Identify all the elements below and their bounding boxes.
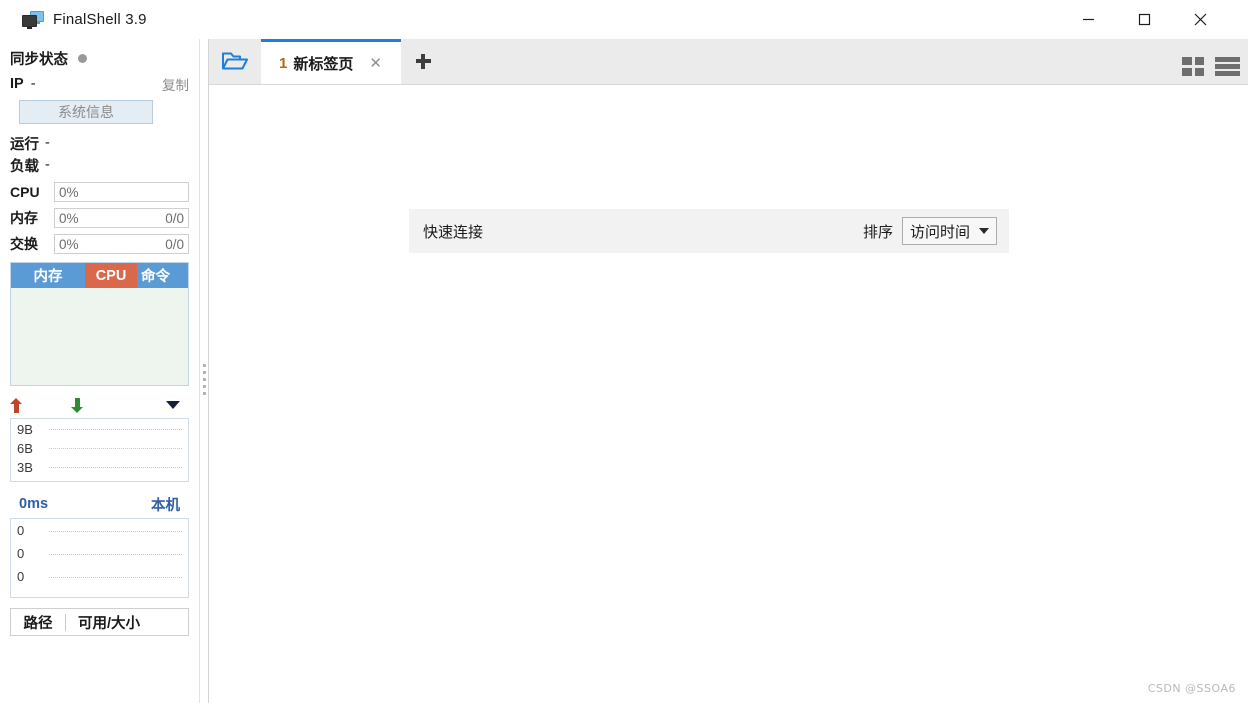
meter-row-memory: 内存 0% 0/0 [0, 206, 199, 230]
open-folder-icon [222, 52, 248, 70]
sort-dropdown-value: 访问时间 [909, 223, 970, 241]
system-info-button[interactable]: 系统信息 [19, 100, 153, 124]
uptime-label: 运行 [10, 136, 39, 153]
meter-percent-swap: 0% [59, 236, 79, 252]
sidebar-splitter[interactable] [199, 39, 209, 703]
ping-graph: 0 0 0 [10, 518, 189, 598]
minimize-button[interactable] [1065, 0, 1111, 39]
process-tab-cpu[interactable]: CPU [85, 263, 137, 288]
window-controls [1065, 0, 1248, 39]
list-view-icon[interactable] [1215, 57, 1240, 76]
new-tab-button[interactable] [401, 38, 445, 84]
disk-column-usage: 可用/大小 [78, 615, 141, 632]
sort-label: 排序 [862, 223, 893, 241]
ping-latency-value: 0ms [19, 496, 49, 512]
process-list [11, 288, 188, 385]
network-graph: 9B 6B 3B [10, 418, 189, 482]
grid-view-icon[interactable] [1182, 57, 1204, 76]
process-tab-strip: 内存 CPU 命令 [11, 263, 188, 288]
disk-column-path: 路径 [23, 615, 53, 632]
sync-status-row: 同步状态 [0, 45, 199, 71]
app-title: FinalShell 3.9 [53, 11, 147, 28]
open-folder-button[interactable] [209, 38, 261, 84]
meter-detail-swap: 0/0 [165, 236, 184, 252]
network-axis-label-0: 9B [17, 422, 33, 437]
process-panel: 内存 CPU 命令 [10, 262, 189, 386]
uptime-row: 运行 - [0, 132, 199, 154]
tab-index: 1 [279, 54, 288, 72]
ip-value: - [30, 75, 36, 92]
ping-host-label[interactable]: 本机 [151, 494, 180, 515]
tab-bar: 1 新标签页 ✕ [209, 39, 1248, 85]
load-label: 负载 [10, 158, 39, 175]
load-value: - [45, 157, 50, 173]
ping-axis-label-0: 0 [17, 523, 25, 538]
system-info-row: 系统信息 [0, 96, 199, 124]
view-toggle-group [1182, 57, 1240, 76]
finalshell-window: FinalShell 3.9 同步状态 IP - 复制 系统信息 运行 - 负载… [0, 0, 1248, 703]
process-tab-memory[interactable]: 内存 [11, 263, 85, 288]
ping-axis-label-1: 0 [17, 546, 25, 561]
tab-close-icon[interactable]: ✕ [369, 56, 382, 71]
title-bar: FinalShell 3.9 [0, 0, 1248, 39]
arrow-down-icon [71, 397, 84, 413]
caret-down-icon[interactable] [166, 401, 180, 409]
network-axis-label-2: 3B [17, 460, 33, 475]
close-button[interactable] [1177, 0, 1223, 39]
tab-new-tab[interactable]: 1 新标签页 ✕ [261, 39, 401, 84]
meter-row-swap: 交换 0% 0/0 [0, 232, 199, 256]
meter-value-cpu: 0% [54, 182, 189, 202]
arrow-up-icon [10, 397, 23, 413]
main-area: 1 新标签页 ✕ 快速连接 排序 访问时间 [209, 39, 1248, 703]
disk-table-header: 路径 可用/大小 [10, 608, 189, 636]
quick-connect-panel: 快速连接 排序 访问时间 [409, 209, 1009, 253]
copy-ip-button[interactable]: 复制 [162, 74, 189, 94]
ip-label: IP [10, 75, 24, 92]
tab-label: 新标签页 [293, 55, 354, 73]
splitter-grip[interactable] [203, 364, 206, 399]
meter-percent-memory: 0% [59, 210, 79, 226]
meter-detail-memory: 0/0 [165, 210, 184, 226]
network-graph-header [0, 392, 199, 418]
meter-percent-cpu: 0% [59, 184, 79, 200]
network-axis-label-1: 6B [17, 441, 33, 456]
sort-dropdown[interactable]: 访问时间 [901, 217, 997, 245]
chevron-down-icon [979, 228, 989, 234]
process-tab-command[interactable]: 命令 [137, 263, 188, 288]
tab-content: 快速连接 排序 访问时间 [209, 85, 1248, 703]
meter-label-cpu: CPU [10, 184, 40, 200]
meter-label-swap: 交换 [10, 236, 38, 252]
sync-status-indicator-icon [78, 53, 87, 63]
monitors-icon [22, 10, 44, 29]
watermark: CSDN @SSOA6 [1147, 682, 1236, 695]
ip-row: IP - 复制 [0, 71, 199, 96]
uptime-value: - [45, 135, 50, 151]
meter-row-cpu: CPU 0% [0, 180, 199, 204]
maximize-button[interactable] [1121, 0, 1167, 39]
ping-axis-label-2: 0 [17, 569, 25, 584]
load-row: 负载 - [0, 154, 199, 176]
meter-label-memory: 内存 [10, 210, 38, 226]
sidebar: 同步状态 IP - 复制 系统信息 运行 - 负载 - CPU 0% 内存 0%… [0, 39, 199, 703]
plus-icon [415, 53, 431, 69]
meter-value-memory: 0% 0/0 [54, 208, 189, 228]
ping-graph-header: 0ms 本机 [0, 490, 199, 518]
sync-status-label: 同步状态 [10, 51, 68, 68]
meter-value-swap: 0% 0/0 [54, 234, 189, 254]
quick-connect-title: 快速连接 [423, 223, 484, 241]
